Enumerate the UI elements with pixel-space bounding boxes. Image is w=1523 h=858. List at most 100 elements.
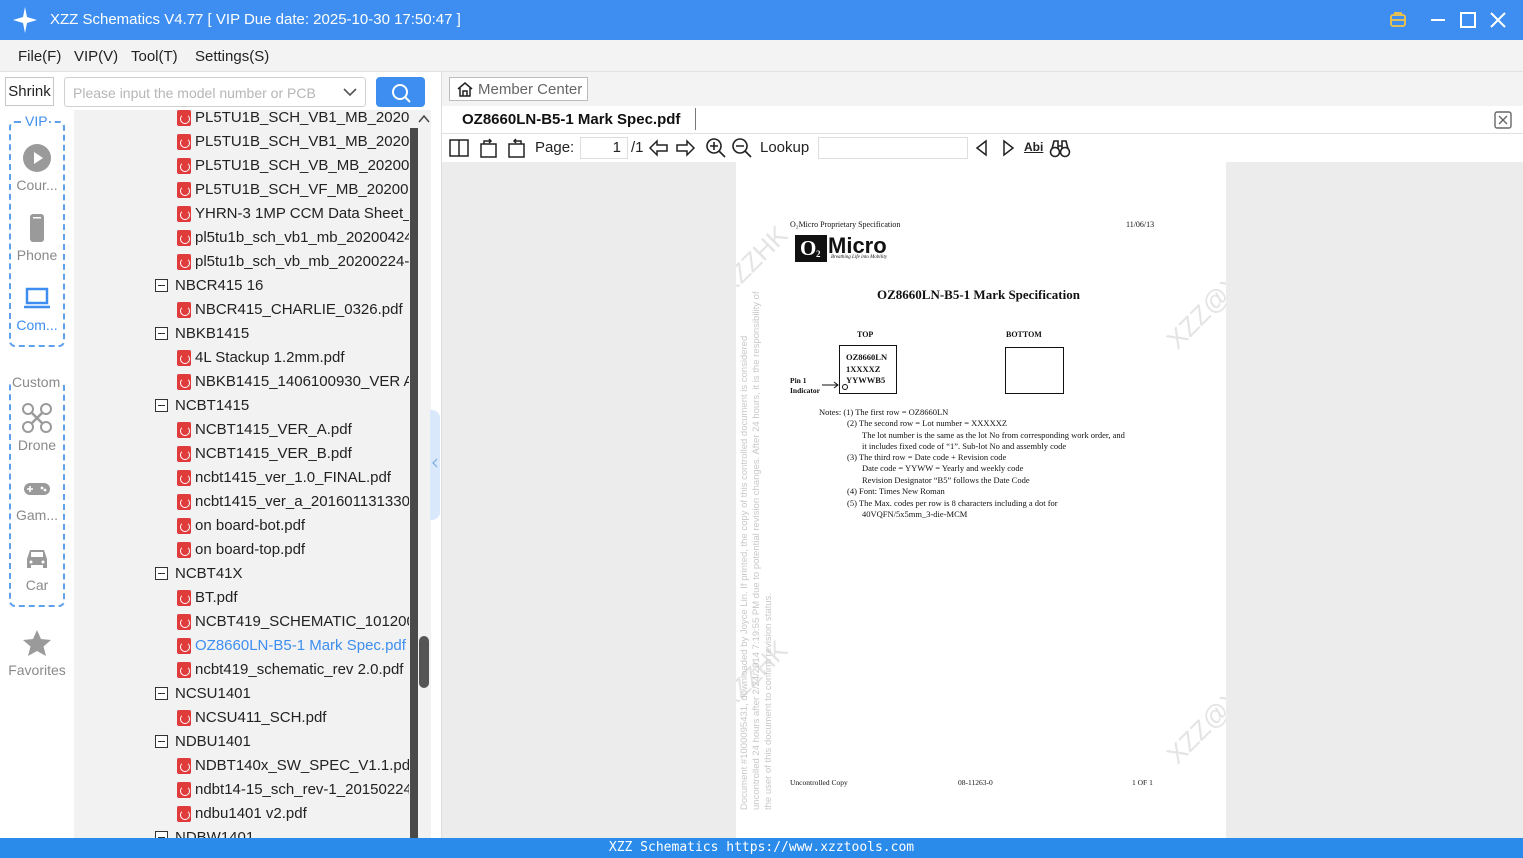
collapse-icon[interactable] <box>155 687 168 700</box>
collapse-icon[interactable] <box>155 567 168 580</box>
chevron-down-icon[interactable] <box>343 86 357 98</box>
chip-line-3: YYWWB5 <box>846 375 886 385</box>
tree-file[interactable]: ncbt1415_ver_1.0_FINAL.pdf <box>74 466 409 490</box>
nav-drone-label: Drone <box>17 437 57 453</box>
star-icon <box>23 630 51 656</box>
tree-folder[interactable]: NDBU1401 <box>74 730 409 754</box>
tree-file[interactable]: ncbt1415_ver_a_201601131330.p <box>74 490 409 514</box>
tree-file[interactable]: PL5TU1B_SCH_VB_MB_20200110 <box>74 154 409 178</box>
scroll-up-icon[interactable] <box>418 114 430 124</box>
tree-file[interactable]: ndbt14-15_sch_rev-1_20150224 <box>74 778 409 802</box>
note-line-7: Revision Designator “B5” follows the Dat… <box>862 475 1030 485</box>
tree-file[interactable]: NDBT140x_SW_SPEC_V1.1.pdf <box>74 754 409 778</box>
tree-file-selected[interactable]: OZ8660LN-B5-1 Mark Spec.pdf <box>74 634 409 658</box>
tree-file-label: NBKB1415_1406100930_VER A F <box>195 373 409 390</box>
menu-bar: File(F) VIP(V) Tool(T) Settings(S) <box>0 40 1523 72</box>
tree-scrollbar-thumb[interactable] <box>419 636 429 688</box>
tree-file[interactable]: on board-bot.pdf <box>74 514 409 538</box>
previous-page-icon[interactable] <box>648 137 670 159</box>
collapse-icon[interactable] <box>155 279 168 292</box>
tree-file[interactable]: ncbt419_schematic_rev 2.0.pdf <box>74 658 409 682</box>
nav-phone[interactable]: Phone <box>0 213 74 267</box>
nav-favorites[interactable]: Favorites <box>0 628 74 682</box>
rotate-right-icon[interactable] <box>505 137 527 159</box>
tree-file[interactable]: pl5tu1b_sch_vb1_mb_20200424- <box>74 226 409 250</box>
tree-scrollbar-rail <box>410 128 418 838</box>
minimize-icon[interactable] <box>1426 8 1450 32</box>
tree-file[interactable]: NCBT1415_VER_A.pdf <box>74 418 409 442</box>
tree-file[interactable]: PL5TU1B_SCH_VF_MB_20200723 <box>74 178 409 202</box>
tree-folder[interactable]: NBKB1415 <box>74 322 409 346</box>
vip-badge-icon[interactable] <box>1386 8 1410 32</box>
pdf-file-icon <box>177 806 191 822</box>
collapse-icon[interactable] <box>155 735 168 748</box>
chevron-left-icon <box>432 458 438 468</box>
tree-file[interactable]: ndbu1401 v2.pdf <box>74 802 409 826</box>
lookup-input[interactable] <box>818 137 968 159</box>
category-sidebar: VIP Custom Cour... Phone Com... Drone Ga… <box>0 110 74 838</box>
tree-file[interactable]: PL5TU1B_SCH_VB1_MB_20200417 <box>74 130 409 154</box>
pdf-file-icon <box>177 134 191 150</box>
tree-file[interactable]: NCBT419_SCHEMATIC_101200_I <box>74 610 409 634</box>
tree-file[interactable]: on board-top.pdf <box>74 538 409 562</box>
tree-file[interactable]: NCSU411_SCH.pdf <box>74 706 409 730</box>
menu-vip[interactable]: VIP(V) <box>74 48 118 65</box>
tree-folder[interactable]: NCBT41X <box>74 562 409 586</box>
tree-file-label: NCBT1415_VER_A.pdf <box>195 421 352 438</box>
tree-file[interactable]: 4L Stackup 1.2mm.pdf <box>74 346 409 370</box>
close-icon[interactable] <box>1486 8 1510 32</box>
find-previous-icon[interactable] <box>971 137 993 159</box>
note-line-3: The lot number is the same as the lot No… <box>862 430 1125 440</box>
nav-computer[interactable]: Com... <box>0 283 74 337</box>
whole-word-toggle[interactable]: Abi <box>1024 140 1043 154</box>
search-input[interactable]: Please input the model number or PCB <box>64 77 366 107</box>
tree-file[interactable]: NCBT1415_VER_B.pdf <box>74 442 409 466</box>
find-next-icon[interactable] <box>997 137 1019 159</box>
phone-icon <box>30 214 44 242</box>
pdf-file-icon <box>177 302 191 318</box>
next-page-icon[interactable] <box>674 137 696 159</box>
zoom-out-icon[interactable] <box>731 137 753 159</box>
collapse-icon[interactable] <box>155 327 168 340</box>
pin1-indicator-label: Indicator <box>790 386 820 395</box>
pin1-dot <box>842 384 848 390</box>
zoom-in-icon[interactable] <box>705 137 727 159</box>
gamepad-icon <box>24 483 50 495</box>
pdf-file-icon <box>177 446 191 462</box>
member-center-button[interactable]: Member Center <box>449 77 588 101</box>
binoculars-icon[interactable] <box>1049 137 1071 159</box>
panel-collapse-handle[interactable] <box>430 410 440 520</box>
menu-settings[interactable]: Settings(S) <box>195 48 269 65</box>
collapse-icon[interactable] <box>155 831 168 838</box>
search-button[interactable] <box>376 77 425 107</box>
collapse-icon[interactable] <box>155 399 168 412</box>
tree-file[interactable]: pl5tu1b_sch_vb_mb_20200224-1 <box>74 250 409 274</box>
tree-file[interactable]: BT.pdf <box>74 586 409 610</box>
tree-file[interactable]: PL5TU1B_SCH_VB1_MB_20200417 <box>74 110 409 130</box>
shrink-button[interactable]: Shrink <box>5 77 54 106</box>
nav-game[interactable]: Gam... <box>0 473 74 527</box>
menu-file[interactable]: File(F) <box>18 48 61 65</box>
tree-folder[interactable]: NCBT1415 <box>74 394 409 418</box>
tab-document[interactable]: OZ8660LN-B5-1 Mark Spec.pdf <box>462 111 680 128</box>
menu-tool[interactable]: Tool(T) <box>131 48 178 65</box>
nav-course[interactable]: Cour... <box>0 143 74 197</box>
tree-folder[interactable]: NCSU1401 <box>74 682 409 706</box>
page-number-input[interactable]: 1 <box>580 137 628 159</box>
nav-drone[interactable]: Drone <box>0 403 74 457</box>
custom-group-label: Custom <box>11 374 62 390</box>
tree-file[interactable]: YHRN-3 1MP CCM Data Sheet_2 <box>74 202 409 226</box>
two-page-view-icon[interactable] <box>448 137 470 159</box>
nav-car[interactable]: Car <box>0 543 74 597</box>
tree-folder[interactable]: NBCR415 16 <box>74 274 409 298</box>
tree-file[interactable]: NBCR415_CHARLIE_0326.pdf <box>74 298 409 322</box>
close-tab-icon[interactable] <box>1493 110 1513 130</box>
tree-folder[interactable]: NDBW1401 <box>74 826 409 838</box>
chip-top-view: OZ8660LN 1XXXXZ YYWWB5 <box>839 345 897 394</box>
rotate-left-icon[interactable] <box>478 137 500 159</box>
tree-file[interactable]: NBKB1415_1406100930_VER A F <box>74 370 409 394</box>
watermark-2: XZZ@XZZHK <box>1160 219 1226 355</box>
maximize-icon[interactable] <box>1456 8 1480 32</box>
tree-file-label: NDBT140x_SW_SPEC_V1.1.pdf <box>195 757 409 774</box>
doc-footer-left: Uncontrolled Copy <box>790 778 848 787</box>
